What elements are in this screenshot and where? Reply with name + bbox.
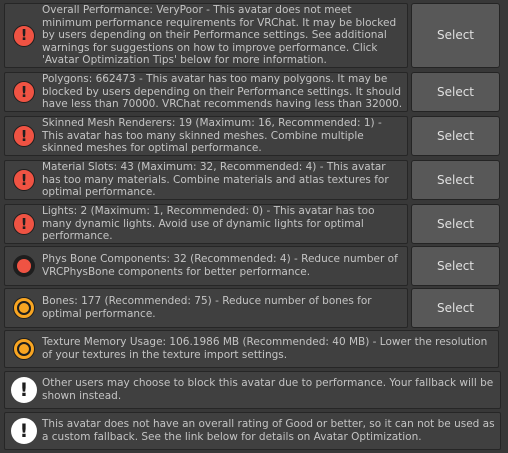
warning-row-phys-bones: Phys Bone Components: 32 (Recommended: 4… (4, 246, 501, 286)
message-text: Other users may choose to block this ava… (42, 377, 494, 402)
message-text: Polygons: 662473 - This avatar has too m… (42, 73, 403, 111)
select-button[interactable]: Select (411, 204, 500, 244)
warning-row-lights: ! Lights: 2 (Maximum: 1, Recommended: 0)… (4, 204, 501, 244)
warning-row-polygons: ! Polygons: 662473 - This avatar has too… (4, 72, 501, 112)
warning-row-texture-memory: Texture Memory Usage: 106.1986 MB (Recom… (4, 330, 499, 368)
message-text: Texture Memory Usage: 106.1986 MB (Recom… (42, 336, 488, 361)
select-button[interactable]: Select (411, 246, 500, 286)
message-text: Lights: 2 (Maximum: 1, Recommended: 0) -… (42, 205, 375, 243)
warning-row-overall: ! Overall Performance: VeryPoor - This a… (4, 3, 501, 68)
help-box: Bones: 177 (Recommended: 75) - Reduce nu… (4, 288, 408, 328)
message-text: Phys Bone Components: 32 (Recommended: 4… (42, 253, 398, 278)
error-icon: ! (13, 169, 35, 191)
message-text: Overall Performance: VeryPoor - This ava… (42, 4, 397, 67)
warning-row-skinned-mesh: ! Skinned Mesh Renderers: 19 (Maximum: 1… (4, 116, 501, 156)
message-text: Bones: 177 (Recommended: 75) - Reduce nu… (42, 295, 372, 320)
help-box: ! Polygons: 662473 - This avatar has too… (4, 72, 408, 112)
help-box: Phys Bone Components: 32 (Recommended: 4… (4, 246, 408, 286)
message-text: This avatar does not have an overall rat… (42, 418, 495, 443)
medium-circle-icon (13, 297, 35, 319)
help-box: ! Skinned Mesh Renderers: 19 (Maximum: 1… (4, 116, 408, 156)
error-icon: ! (13, 81, 35, 103)
help-box: ! Other users may choose to block this a… (4, 371, 501, 409)
warning-row-bones: Bones: 177 (Recommended: 75) - Reduce nu… (4, 288, 501, 328)
warning-row-material-slots: ! Material Slots: 43 (Maximum: 32, Recom… (4, 160, 501, 200)
poor-circle-icon (13, 255, 35, 277)
error-icon: ! (13, 125, 35, 147)
medium-circle-icon (13, 338, 35, 360)
error-icon: ! (13, 24, 35, 47)
help-box: Texture Memory Usage: 106.1986 MB (Recom… (4, 330, 499, 368)
select-button[interactable]: Select (411, 288, 500, 328)
help-box: ! This avatar does not have an overall r… (4, 412, 501, 450)
message-text: Skinned Mesh Renderers: 19 (Maximum: 16,… (42, 117, 382, 155)
info-icon: ! (11, 418, 37, 444)
select-button[interactable]: Select (411, 3, 500, 68)
help-box: ! Material Slots: 43 (Maximum: 32, Recom… (4, 160, 408, 200)
select-button[interactable]: Select (411, 72, 500, 112)
error-icon: ! (13, 213, 35, 235)
message-text: Material Slots: 43 (Maximum: 32, Recomme… (42, 161, 389, 199)
help-box: ! Overall Performance: VeryPoor - This a… (4, 3, 408, 68)
select-button[interactable]: Select (411, 116, 500, 156)
select-button[interactable]: Select (411, 160, 500, 200)
info-icon: ! (11, 377, 37, 403)
info-row-fallback: ! This avatar does not have an overall r… (4, 412, 501, 450)
info-row-blocking: ! Other users may choose to block this a… (4, 371, 501, 409)
help-box: ! Lights: 2 (Maximum: 1, Recommended: 0)… (4, 204, 408, 244)
